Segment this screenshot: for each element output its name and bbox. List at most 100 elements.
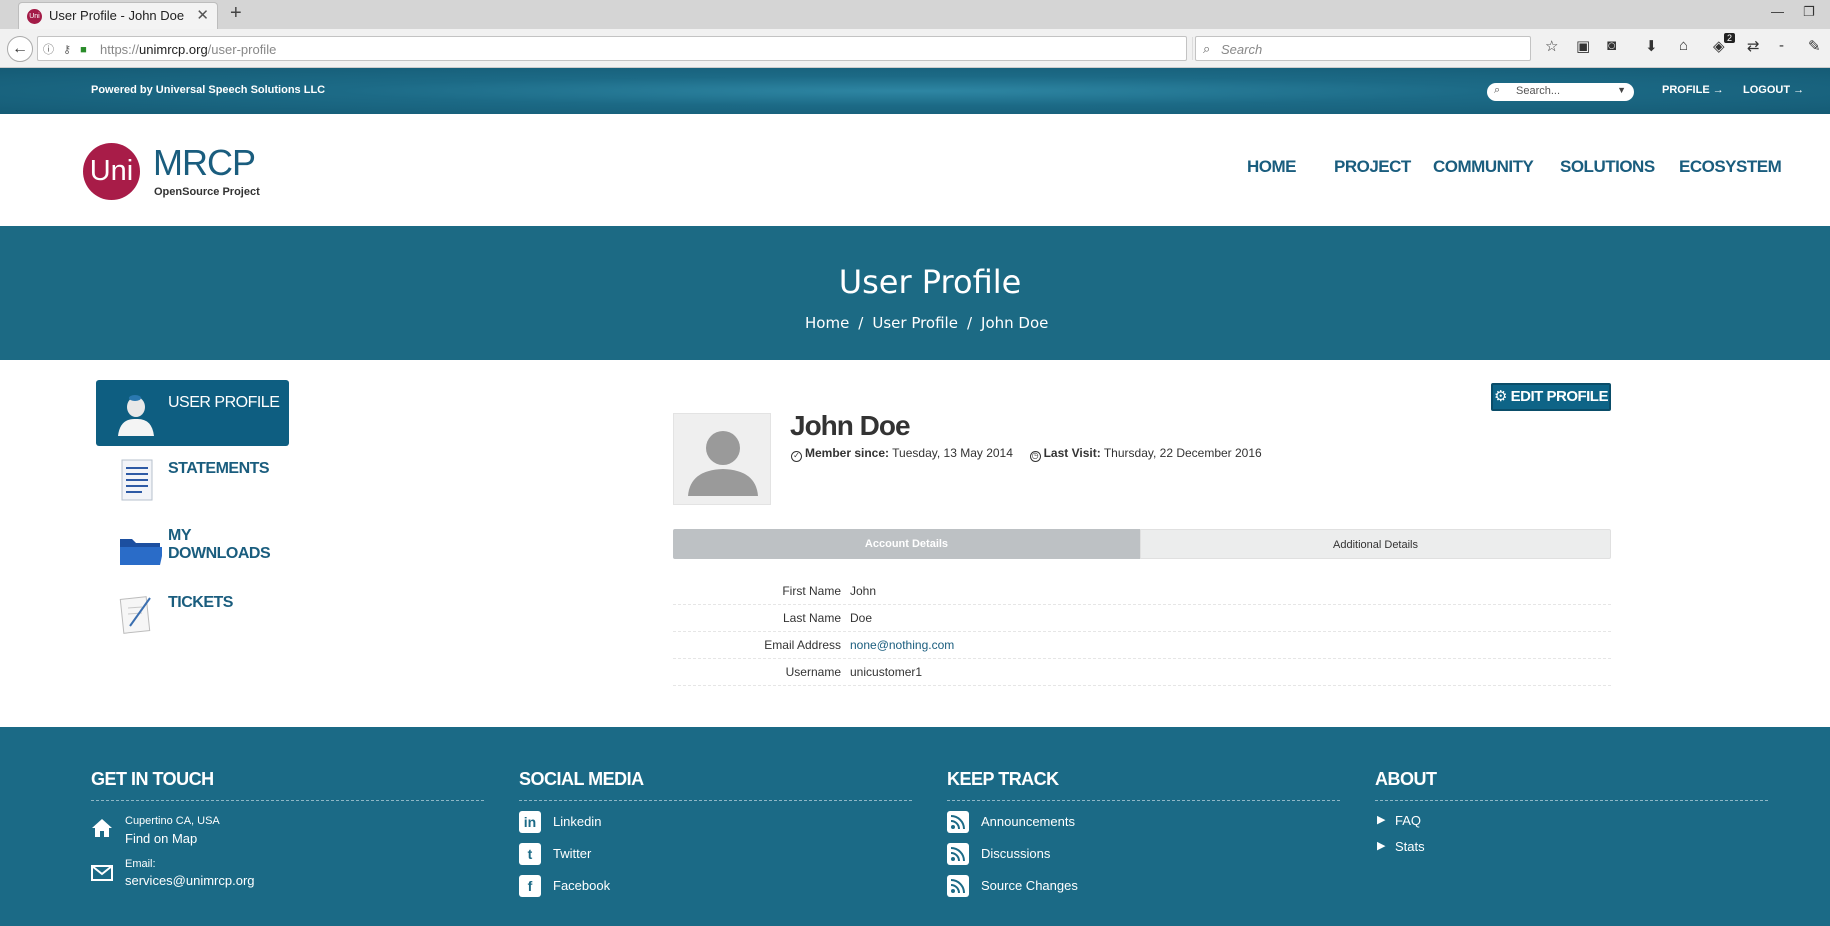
breadcrumb-separator: /: [858, 314, 864, 332]
extension-icon[interactable]: ◈: [1713, 37, 1725, 55]
address-bar[interactable]: ⓘ ⚷ ■ https://unimrcp.org/user-profile ↻: [37, 36, 1210, 61]
detail-row-first-name: First Name John: [673, 578, 1611, 605]
tab-account-details[interactable]: Account Details: [673, 529, 1140, 559]
linkedin-link[interactable]: Linkedin: [553, 814, 601, 829]
pen-tool-icon[interactable]: ✎: [1808, 37, 1821, 55]
bookmark-star-icon[interactable]: ☆: [1545, 37, 1558, 55]
default-avatar-icon: [688, 431, 758, 496]
page-title: User Profile: [838, 263, 1022, 301]
logo-mark[interactable]: Uni: [83, 143, 140, 200]
restore-window-button[interactable]: ❐: [1803, 4, 1815, 20]
find-on-map-link[interactable]: Find on Map: [125, 831, 197, 846]
close-tab-icon[interactable]: ✕: [196, 6, 209, 24]
twitter-link[interactable]: Twitter: [553, 846, 591, 861]
chevron-down-icon[interactable]: ▼: [1617, 85, 1626, 95]
minimize-window-button[interactable]: —: [1771, 4, 1784, 19]
tab-additional-details[interactable]: Additional Details: [1140, 529, 1611, 559]
user-icon: [118, 395, 154, 436]
edit-profile-label: EDIT PROFILE: [1510, 388, 1609, 405]
source-changes-link[interactable]: Source Changes: [981, 878, 1078, 893]
detail-row-last-name: Last Name Doe: [673, 605, 1611, 632]
folder-icon: [120, 539, 162, 565]
location-text: Cupertino CA, USA: [125, 815, 220, 827]
footer-divider: [947, 800, 1340, 801]
browser-navigation-bar: ← ⓘ ⚷ ■ https://unimrcp.org/user-profile…: [0, 29, 1830, 68]
nav-ecosystem[interactable]: ECOSYSTEM: [1679, 157, 1782, 177]
breadcrumb-separator: /: [966, 314, 973, 332]
sidebar-item-label: STATEMENTS: [168, 460, 270, 477]
email-link[interactable]: none@nothing.com: [850, 638, 954, 652]
sidebar-item-tickets[interactable]: TICKETS: [96, 580, 289, 646]
facebook-icon: f: [519, 875, 541, 897]
nav-community[interactable]: COMMUNITY: [1433, 157, 1534, 177]
footer-divider: [519, 800, 912, 801]
last-visit-label: Last Visit:: [1043, 446, 1101, 460]
profile-link[interactable]: PROFILE →: [1662, 84, 1724, 96]
rss-icon: [947, 843, 969, 865]
logo-title[interactable]: MRCP: [153, 142, 256, 184]
edit-profile-button[interactable]: ⚙ EDIT PROFILE: [1491, 383, 1611, 411]
stats-link[interactable]: Stats: [1395, 839, 1425, 854]
detail-row-email: Email Address none@nothing.com: [673, 632, 1611, 659]
footer-heading: SOCIAL MEDIA: [519, 769, 644, 789]
reading-list-icon[interactable]: ▣: [1576, 37, 1590, 55]
detail-label: Last Name: [782, 611, 841, 625]
address-bar-divider: [1192, 37, 1193, 60]
sidebar-item-statements[interactable]: STATEMENTS: [96, 446, 289, 512]
browser-search-input[interactable]: ⌕ Search: [1195, 36, 1531, 61]
site-top-strip: Powered by Universal Speech Solutions LL…: [0, 68, 1830, 114]
document-icon: [121, 459, 153, 501]
email-label: Email:: [125, 858, 156, 870]
powered-by-text: Powered by Universal Speech Solutions LL…: [91, 84, 326, 96]
member-since-label: Member since:: [805, 446, 890, 460]
new-tab-button[interactable]: +: [230, 2, 242, 25]
last-visit-value: Thursday, 22 December 2016: [1103, 446, 1262, 460]
email-icon: [91, 865, 113, 881]
page-banner: User Profile Home / User Profile / John Doe: [0, 226, 1830, 360]
announcements-link[interactable]: Announcements: [981, 814, 1075, 829]
detail-label: First Name: [782, 584, 841, 598]
sync-icon[interactable]: ⇄: [1747, 37, 1760, 55]
sidebar-item-user-profile[interactable]: USER PROFILE: [96, 380, 289, 446]
detail-label: Email Address: [764, 638, 841, 652]
rss-icon: [947, 811, 969, 833]
nav-home[interactable]: HOME: [1247, 157, 1297, 177]
site-search-placeholder: Search...: [1516, 85, 1561, 97]
breadcrumb-user-profile[interactable]: User Profile: [872, 314, 958, 332]
facebook-link[interactable]: Facebook: [553, 878, 610, 893]
home-icon: [92, 819, 112, 837]
downloads-icon[interactable]: ⬇: [1645, 37, 1658, 55]
sidebar-item-label: TICKETS: [168, 594, 233, 611]
browser-search-placeholder: Search: [1221, 42, 1263, 57]
site-search-input[interactable]: ⌕ Search... ▼: [1487, 83, 1634, 101]
detail-value: unicustomer1: [850, 665, 923, 679]
member-since-value: Tuesday, 13 May 2014: [892, 446, 1013, 460]
nav-project[interactable]: PROJECT: [1334, 157, 1411, 177]
search-icon: ⌕: [1494, 84, 1501, 96]
breadcrumb-home[interactable]: Home: [805, 314, 849, 332]
sidebar-item-my-downloads[interactable]: MY DOWNLOADS: [96, 513, 289, 579]
site-info-icon[interactable]: ⓘ ⚷ ■: [43, 41, 90, 57]
sidebar-item-label: USER PROFILE: [168, 394, 280, 411]
site-favicon-icon: Uni: [27, 9, 42, 24]
faq-link[interactable]: FAQ: [1395, 813, 1421, 828]
back-arrow-icon[interactable]: ←: [7, 36, 33, 62]
pocket-icon[interactable]: ◙: [1607, 37, 1616, 54]
breadcrumb: Home / User Profile / John Doe: [805, 314, 1048, 332]
logout-link[interactable]: LOGOUT →: [1743, 84, 1804, 96]
rss-icon: [947, 875, 969, 897]
gear-icon: ⚙: [1494, 388, 1511, 405]
browser-tab[interactable]: Uni User Profile - John Doe ✕: [18, 2, 218, 29]
home-icon[interactable]: ⌂: [1679, 37, 1688, 54]
footer-email-link[interactable]: services@unimrcp.org: [125, 873, 255, 888]
breadcrumb-current: John Doe: [981, 314, 1049, 332]
discussions-link[interactable]: Discussions: [981, 846, 1050, 861]
avatar: [673, 413, 771, 505]
detail-label: Username: [785, 665, 841, 679]
footer-heading: ABOUT: [1375, 769, 1437, 789]
caret-right-icon: ▶: [1377, 840, 1386, 852]
overflow-menu-icon[interactable]: -: [1779, 37, 1784, 54]
search-icon: ⌕: [1203, 41, 1211, 56]
nav-solutions[interactable]: SOLUTIONS: [1560, 157, 1655, 177]
clock-icon: ◷: [1029, 451, 1041, 462]
